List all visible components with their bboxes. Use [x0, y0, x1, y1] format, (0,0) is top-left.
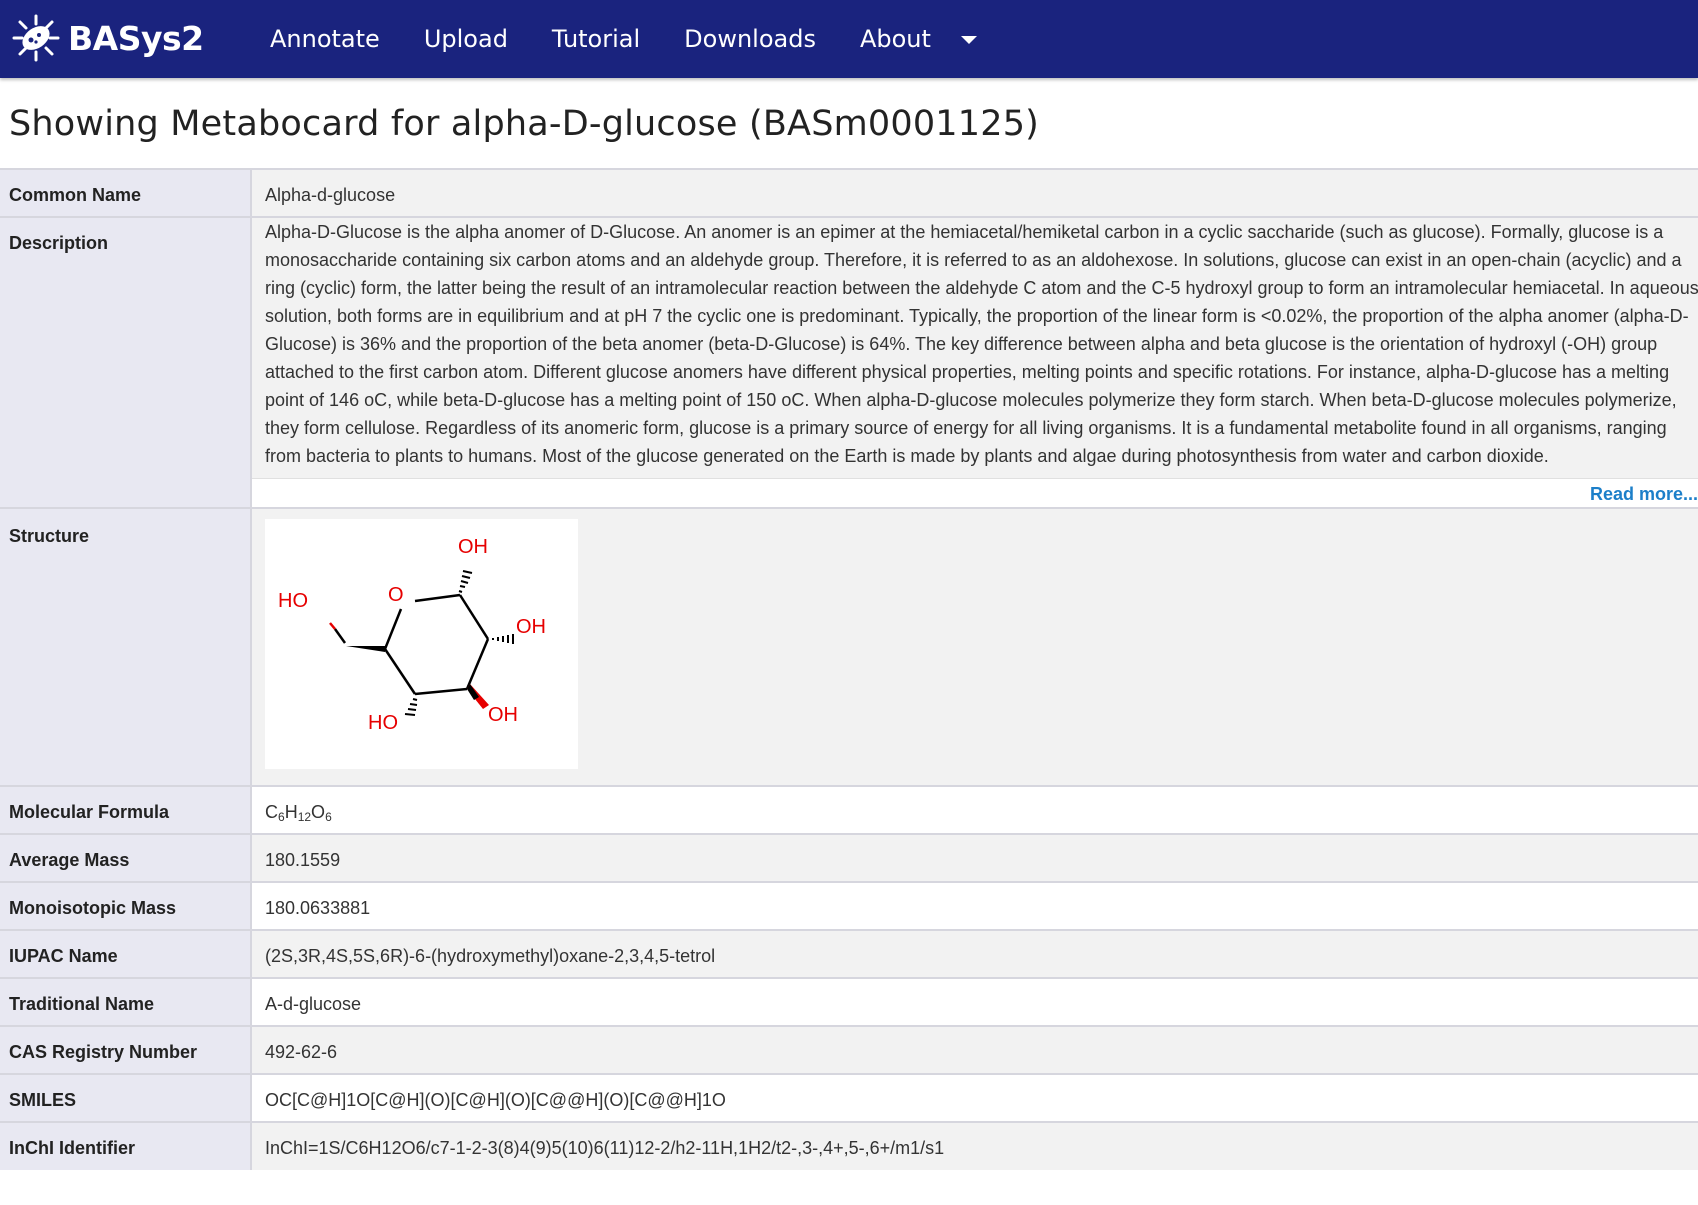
atom-oh-top: OH — [458, 536, 488, 558]
nav-tutorial[interactable]: Tutorial — [552, 25, 640, 53]
top-navbar: BASys2 Annotate Upload Tutorial Download… — [0, 0, 1698, 78]
structure-image: OH O HO OH HO OH — [265, 519, 578, 769]
description-cell: Alpha-D-Glucose is the alpha anomer of D… — [251, 216, 1698, 508]
row-average-mass: Average Mass 180.1559 — [0, 833, 1698, 882]
value-iupac-name: (2S,3R,4S,5S,6R)-6-(hydroxymethyl)oxane-… — [251, 929, 1698, 978]
atom-o-ring: O — [388, 584, 404, 606]
bond-c5-o — [383, 608, 403, 650]
about-dropdown-caret-icon[interactable] — [960, 36, 977, 44]
label-average-mass: Average Mass — [0, 833, 252, 882]
row-iupac-name: IUPAC Name (2S,3R,4S,5S,6R)-6-(hydroxyme… — [0, 929, 1698, 978]
formula-h: H — [284, 802, 298, 822]
main-nav: Annotate Upload Tutorial Downloads About — [270, 0, 977, 78]
row-monoisotopic-mass: Monoisotopic Mass 180.0633881 — [0, 881, 1698, 930]
atom-ho-bottom: HO — [368, 712, 398, 734]
row-inchi: InChI Identifier InChI=1S/C6H12O6/c7-1-2… — [0, 1121, 1698, 1170]
label-common-name: Common Name — [0, 168, 252, 217]
brand-name: BASys2 — [68, 18, 204, 58]
structure-cell: OH O HO OH HO OH — [251, 507, 1698, 786]
formula-c: C — [265, 802, 278, 822]
row-description: Description Alpha-D-Glucose is the alpha… — [0, 216, 1698, 508]
brand[interactable]: BASys2 — [10, 12, 204, 64]
read-more-bar: Read more... — [252, 478, 1698, 507]
bond-c3-c4 — [414, 687, 468, 696]
bacteria-logo-icon — [12, 14, 60, 62]
formula-c-count: 6 — [278, 810, 285, 824]
value-molecular-formula: C6H12O6 — [251, 785, 1698, 834]
formula-o: O — [311, 802, 326, 822]
bond-c1-c2 — [458, 594, 490, 640]
bond-o-c1 — [414, 593, 461, 603]
atom-oh-right: OH — [516, 616, 546, 638]
row-molecular-formula: Molecular Formula C6H12O6 — [0, 785, 1698, 834]
formula-h-count: 12 — [297, 810, 312, 824]
value-traditional-name: A-d-glucose — [251, 977, 1698, 1026]
label-structure: Structure — [0, 507, 252, 786]
row-smiles: SMILES OC[C@H]1O[C@H](O)[C@H](O)[C@@H](O… — [0, 1073, 1698, 1122]
wedge-c5 — [346, 646, 385, 652]
label-monoisotopic-mass: Monoisotopic Mass — [0, 881, 252, 930]
label-smiles: SMILES — [0, 1073, 252, 1122]
value-smiles: OC[C@H]1O[C@H](O)[C@H](O)[C@@H](O)[C@@H]… — [251, 1073, 1698, 1122]
hash-c2-oh — [492, 634, 514, 644]
label-molecular-formula: Molecular Formula — [0, 785, 252, 834]
nav-upload[interactable]: Upload — [424, 25, 508, 53]
value-average-mass: 180.1559 — [251, 833, 1698, 882]
hash-c4-oh — [404, 698, 418, 716]
value-cas-registry: 492-62-6 — [251, 1025, 1698, 1074]
description-text: Alpha-D-Glucose is the alpha anomer of D… — [265, 222, 1698, 466]
label-description: Description — [0, 216, 252, 508]
page-title: Showing Metabocard for alpha-D-glucose (… — [9, 104, 1040, 144]
label-traditional-name: Traditional Name — [0, 977, 252, 1026]
metabocard-table: Common Name Alpha-d-glucose Description … — [0, 168, 1698, 1170]
label-inchi: InChI Identifier — [0, 1121, 252, 1170]
label-iupac-name: IUPAC Name — [0, 929, 252, 978]
nav-downloads[interactable]: Downloads — [684, 25, 816, 53]
row-common-name: Common Name Alpha-d-glucose — [0, 168, 1698, 217]
row-structure: Structure OH O HO OH HO OH — [0, 507, 1698, 786]
bond-c2-c3 — [465, 638, 490, 690]
value-monoisotopic-mass: 180.0633881 — [251, 881, 1698, 930]
read-more-link[interactable]: Read more... — [1590, 484, 1698, 504]
nav-annotate[interactable]: Annotate — [270, 25, 380, 53]
atom-oh-bottom: OH — [488, 704, 518, 726]
bond-c4-c5 — [383, 648, 417, 695]
row-traditional-name: Traditional Name A-d-glucose — [0, 977, 1698, 1026]
label-cas-registry: CAS Registry Number — [0, 1025, 252, 1074]
formula-o-count: 6 — [325, 810, 332, 824]
value-common-name: Alpha-d-glucose — [251, 168, 1698, 217]
bond-ho-left — [329, 622, 336, 630]
bond-ch2-oh — [333, 628, 347, 644]
row-cas-registry: CAS Registry Number 492-62-6 — [0, 1025, 1698, 1074]
hash-c1-oh — [458, 570, 473, 593]
value-inchi: InChI=1S/C6H12O6/c7-1-2-3(8)4(9)5(10)6(1… — [251, 1121, 1698, 1170]
nav-about[interactable]: About — [860, 25, 931, 53]
atom-ho-left: HO — [278, 590, 308, 612]
